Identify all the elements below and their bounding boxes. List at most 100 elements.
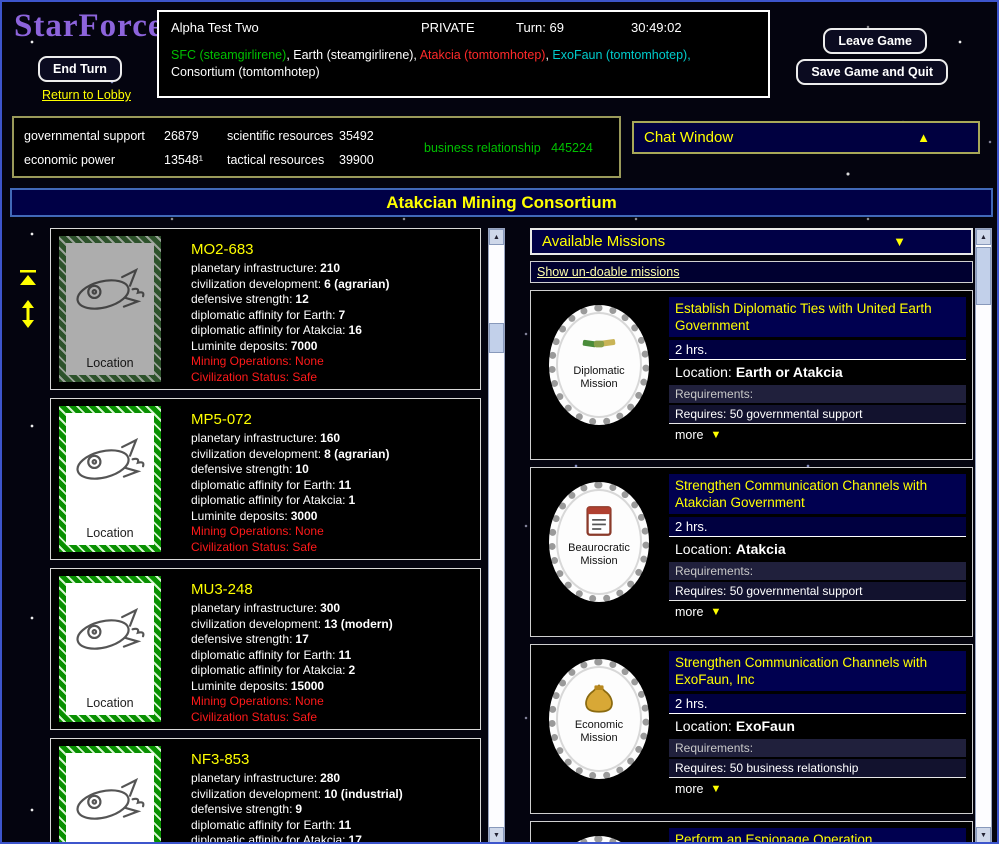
planet-stat: defensive strength:17	[191, 632, 393, 648]
location-card[interactable]: Location	[59, 406, 161, 552]
page-title: Atakcian Mining Consortium	[10, 188, 993, 217]
mission-card[interactable]: Diplomatic Mission Establish Diplomatic …	[530, 290, 973, 460]
mission-requires: Requires: 50 governmental support	[669, 582, 966, 601]
mining-operations-status: Mining Operations: None	[191, 524, 389, 540]
planet-card[interactable]: Location MO2-683 planetary infrastructur…	[50, 228, 481, 390]
mission-badge	[549, 836, 649, 844]
chat-window-header[interactable]: Chat Window ▲	[632, 121, 980, 154]
mission-requirements-label: Requirements:	[669, 385, 966, 403]
planet-stat: diplomatic affinity for Atakcia:17	[191, 833, 403, 844]
business-relationship-value: 445224	[551, 141, 593, 155]
end-turn-button[interactable]: End Turn	[38, 56, 122, 82]
starforce-logo: StarForce	[14, 8, 164, 45]
mission-more-button[interactable]: more▼	[669, 778, 966, 796]
planet-stat: civilization development:10 (industrial)	[191, 787, 403, 803]
planet-stat: Luminite deposits:3000	[191, 509, 389, 525]
save-game-quit-button[interactable]: Save Game and Quit	[796, 59, 948, 85]
mission-duration: 2 hrs.	[669, 340, 966, 360]
scientific-resources-value: 35492	[339, 129, 374, 143]
turn-timer: 30:49:02	[631, 20, 682, 35]
game-name: Alpha Test Two	[171, 20, 421, 35]
player-list: SFC (steamgirlirene), Earth (steamgirlir…	[171, 47, 756, 81]
planet-card[interactable]: Location MU3-248 planetary infrastructur…	[50, 568, 481, 730]
mission-title: Perform an Espionage Operation	[669, 828, 966, 844]
mission-requirements-label: Requirements:	[669, 739, 966, 757]
scrollbar-thumb[interactable]	[976, 247, 991, 305]
planet-stat: diplomatic affinity for Earth:11	[191, 478, 389, 494]
mission-card[interactable]: Economic Mission Strengthen Communicatio…	[530, 644, 973, 814]
player-atakcia: Atakcia (tomtomhotep)	[420, 48, 546, 62]
governmental-support-value: 26879	[164, 129, 199, 143]
player-consortium: Consortium (tomtomhotep)	[171, 65, 320, 79]
more-expand-icon[interactable]: ▼	[710, 783, 721, 795]
return-to-lobby-link[interactable]: Return to Lobby	[42, 88, 131, 102]
available-missions-title: Available Missions	[542, 233, 665, 250]
civilization-status: Civilization Status: Safe	[191, 710, 393, 726]
scrollbar-track[interactable]	[489, 245, 504, 827]
missions-collapse-icon[interactable]: ▼	[893, 234, 906, 249]
rocket-icon	[70, 603, 150, 659]
location-card-label: Location	[66, 696, 154, 710]
mission-title: Strengthen Communication Channels with A…	[669, 474, 966, 514]
planet-stat: civilization development:8 (agrarian)	[191, 447, 389, 463]
business-relationship-label: business relationship	[424, 141, 541, 155]
chat-collapse-icon[interactable]: ▲	[917, 130, 930, 145]
planet-stat: planetary infrastructure:160	[191, 431, 389, 447]
mission-location: Location:Earth or Atakcia	[669, 360, 966, 382]
scroll-down-button[interactable]: ▼	[976, 827, 991, 843]
economic-power-label: economic power	[24, 153, 115, 167]
planet-card[interactable]: Location MP5-072 planetary infrastructur…	[50, 398, 481, 560]
rocket-icon	[70, 773, 150, 829]
player-exofaun: ExoFaun (tomtomhotep),	[552, 48, 690, 62]
mission-requires: Requires: 50 governmental support	[669, 405, 966, 424]
mission-duration: 2 hrs.	[669, 517, 966, 537]
document-icon	[582, 505, 616, 537]
planet-stat: civilization development:13 (modern)	[191, 617, 393, 633]
mission-duration: 2 hrs.	[669, 694, 966, 714]
scroll-to-top-icon[interactable]	[19, 270, 37, 286]
planet-stat: diplomatic affinity for Atakcia:2	[191, 663, 393, 679]
rocket-icon	[70, 433, 150, 489]
more-expand-icon[interactable]: ▼	[710, 606, 721, 618]
planet-card[interactable]: Location NF3-853 planetary infrastructur…	[50, 738, 481, 844]
more-expand-icon[interactable]: ▼	[710, 429, 721, 441]
pan-vertical-icon[interactable]	[21, 300, 35, 328]
planet-name: NF3-853	[191, 751, 403, 768]
scroll-down-button[interactable]: ▼	[489, 827, 504, 843]
missions-scrollbar[interactable]: ▲ ▼	[975, 228, 992, 844]
tactical-resources-label: tactical resources	[227, 153, 324, 167]
show-undoable-link[interactable]: Show un-doable missions	[537, 265, 679, 279]
planets-scrollbar[interactable]: ▲ ▼	[488, 228, 505, 844]
mission-location: Location:Atakcia	[669, 537, 966, 559]
planet-stat: civilization development:6 (agrarian)	[191, 277, 389, 293]
mission-more-button[interactable]: more▼	[669, 601, 966, 619]
location-card[interactable]: Location	[59, 576, 161, 722]
mission-card[interactable]: Perform an Espionage Operation	[530, 821, 973, 844]
planet-stat: diplomatic affinity for Earth:7	[191, 308, 389, 324]
mission-title: Strengthen Communication Channels with E…	[669, 651, 966, 691]
planet-stat: diplomatic affinity for Atakcia:1	[191, 493, 389, 509]
tactical-resources-value: 39900	[339, 153, 374, 167]
planet-stat: diplomatic affinity for Atakcia:16	[191, 323, 389, 339]
scrollbar-thumb[interactable]	[489, 323, 504, 353]
mission-badge: Beaurocratic Mission	[549, 482, 649, 602]
scroll-up-button[interactable]: ▲	[976, 229, 991, 245]
leave-game-button[interactable]: Leave Game	[823, 28, 927, 54]
location-card-label: Location	[66, 526, 154, 540]
mission-requires: Requires: 50 business relationship	[669, 759, 966, 778]
planet-stat: diplomatic affinity for Earth:11	[191, 818, 403, 834]
economic-power-value: 13548¹	[164, 153, 203, 167]
mission-requirements-label: Requirements:	[669, 562, 966, 580]
business-relationship: business relationship 445224	[424, 141, 593, 155]
mining-operations-status: Mining Operations: None	[191, 694, 393, 710]
planet-stat: defensive strength:10	[191, 462, 389, 478]
mission-type-label: Economic Mission	[575, 719, 623, 745]
location-card[interactable]: Location	[59, 746, 161, 844]
scrollbar-track[interactable]	[976, 245, 991, 827]
turn-counter: Turn: 69	[516, 20, 631, 35]
mission-more-button[interactable]: more▼	[669, 424, 966, 442]
scroll-up-button[interactable]: ▲	[489, 229, 504, 245]
available-missions-header[interactable]: Available Missions ▼	[530, 228, 973, 255]
location-card[interactable]: Location	[59, 236, 161, 382]
mission-card[interactable]: Beaurocratic Mission Strengthen Communic…	[530, 467, 973, 637]
